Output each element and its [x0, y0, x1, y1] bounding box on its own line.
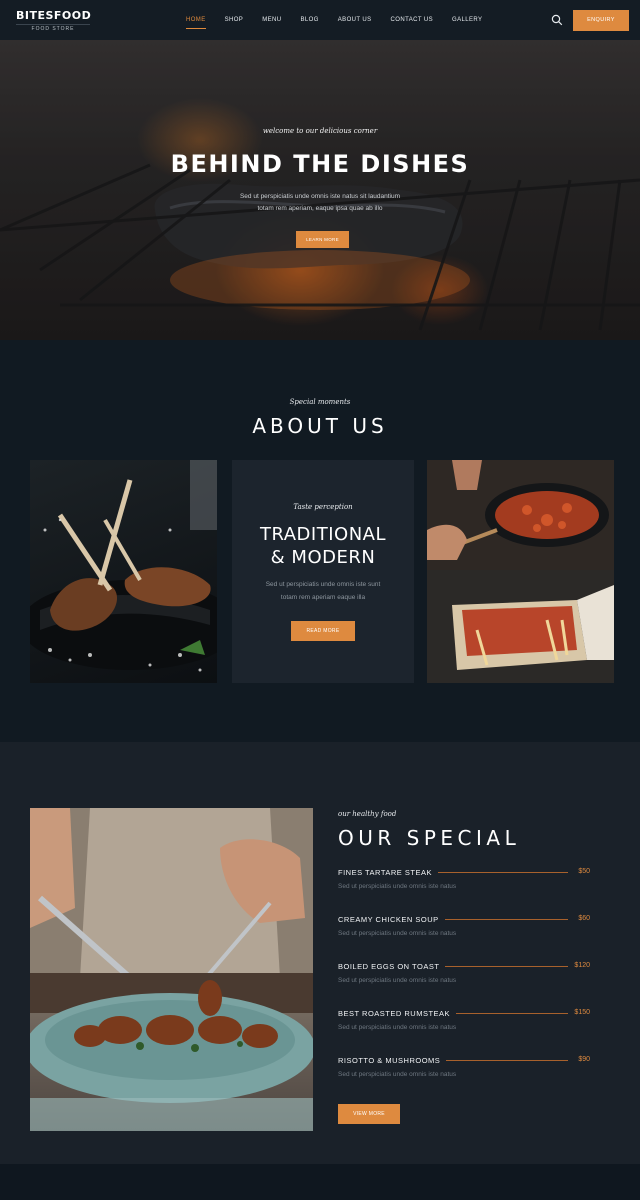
menu-item-description: Sed ut perspiciatis unde omnis iste natu…: [338, 1024, 457, 1031]
menu-item-name: BOILED EGGS ON TOAST: [338, 962, 446, 971]
menu-item-price: $120: [570, 962, 590, 969]
menu-item[interactable]: FINES TARTARE STEAK $50 Sed ut perspicia…: [338, 866, 590, 913]
hero-text-line-1: Sed ut perspiciatis unde omnis iste natu…: [239, 193, 401, 200]
about-title: ABOUT US: [252, 414, 388, 438]
card-description: Sed ut perspiciatis unde omnis iste sunt…: [248, 578, 398, 604]
hero-tagline: welcome to our delicious corner: [262, 127, 378, 135]
nav-item-about-us[interactable]: ABOUT US: [338, 0, 372, 40]
hero-description: Sed ut perspiciatis unde omnis iste natu…: [220, 191, 420, 215]
menu-item-description: Sed ut perspiciatis unde omnis iste natu…: [338, 977, 457, 984]
special-section: our healthy food OUR SPECIAL FINES TARTA…: [0, 742, 640, 1164]
card-text-line-1: Sed ut perspiciatis unde omnis iste sunt: [265, 581, 381, 588]
brand-name: BITESFOOD: [16, 9, 92, 22]
nav-item-shop[interactable]: SHOP: [225, 0, 244, 40]
menu-item[interactable]: BOILED EGGS ON TOAST $120 Sed ut perspic…: [338, 960, 590, 1007]
hero-text-line-2: totam rem aperiam, eaque ipsa quae ab il…: [257, 205, 383, 212]
menu-item-description: Sed ut perspiciatis unde omnis iste natu…: [338, 883, 457, 890]
hero-banner: welcome to our delicious corner BEHIND T…: [0, 40, 640, 340]
lamb-chops-image: [30, 460, 217, 683]
read-more-button[interactable]: READ MORE: [291, 621, 355, 641]
nav-item-home[interactable]: HOME: [186, 0, 206, 40]
main-menu: HOME SHOP MENU BLOG ABOUT US CONTACT US …: [186, 0, 501, 40]
hero-grill-image: [0, 40, 640, 340]
menu-item-name: FINES TARTARE STEAK: [338, 868, 438, 877]
footer-strip: [0, 1164, 640, 1200]
card-title: TRADITIONAL & MODERN: [232, 523, 414, 569]
brand-subtitle: FOOD STORE: [16, 24, 90, 32]
enquiry-button[interactable]: ENQUIRY: [573, 10, 629, 31]
special-tagline: our healthy food: [338, 810, 397, 818]
navbar: BITESFOOD FOOD STORE HOME SHOP MENU BLOG…: [0, 0, 640, 40]
card-text-line-2: totam rem aperiam eaque illa: [280, 594, 366, 601]
chef-plating-image: [30, 808, 313, 1131]
menu-item-description: Sed ut perspiciatis unde omnis iste natu…: [338, 930, 457, 937]
menu-item-price: $50: [574, 868, 590, 875]
about-tagline: Special moments: [289, 398, 351, 406]
menu-item-price: $90: [574, 1056, 590, 1063]
hero-title: BEHIND THE DISHES: [170, 150, 470, 178]
about-section: Special moments ABOUT US Taste perceptio…: [0, 340, 640, 742]
menu-item-price: $150: [570, 1009, 590, 1016]
search-icon[interactable]: [551, 14, 563, 26]
brand-logo[interactable]: BITESFOOD FOOD STORE: [16, 10, 92, 32]
special-title: OUR SPECIAL: [338, 826, 521, 850]
menu-item-name: BEST ROASTED RUMSTEAK: [338, 1009, 457, 1018]
menu-item-price: $60: [574, 915, 590, 922]
nav-item-contact-us[interactable]: CONTACT US: [391, 0, 433, 40]
menu-item[interactable]: CREAMY CHICKEN SOUP $60 Sed ut perspicia…: [338, 913, 590, 960]
menu-item-name: CREAMY CHICKEN SOUP: [338, 915, 445, 924]
pan-cooking-image: [427, 460, 614, 683]
nav-item-menu[interactable]: MENU: [262, 0, 281, 40]
view-more-button[interactable]: VIEW MORE: [338, 1104, 400, 1124]
about-feature-card: Taste perception TRADITIONAL & MODERN Se…: [232, 460, 414, 683]
special-menu-list: FINES TARTARE STEAK $50 Sed ut perspicia…: [338, 866, 590, 1101]
card-tagline: Taste perception: [293, 503, 353, 511]
nav-item-gallery[interactable]: GALLERY: [452, 0, 482, 40]
menu-item[interactable]: BEST ROASTED RUMSTEAK $150 Sed ut perspi…: [338, 1007, 590, 1054]
menu-item-name: RISOTTO & MUSHROOMS: [338, 1056, 447, 1065]
card-title-line-2: & MODERN: [270, 547, 376, 568]
menu-item[interactable]: RISOTTO & MUSHROOMS $90 Sed ut perspicia…: [338, 1054, 590, 1101]
card-title-line-1: TRADITIONAL: [259, 524, 387, 545]
learn-more-button[interactable]: LEARN MORE: [296, 231, 349, 248]
nav-item-blog[interactable]: BLOG: [301, 0, 319, 40]
menu-item-description: Sed ut perspiciatis unde omnis iste natu…: [338, 1071, 457, 1078]
